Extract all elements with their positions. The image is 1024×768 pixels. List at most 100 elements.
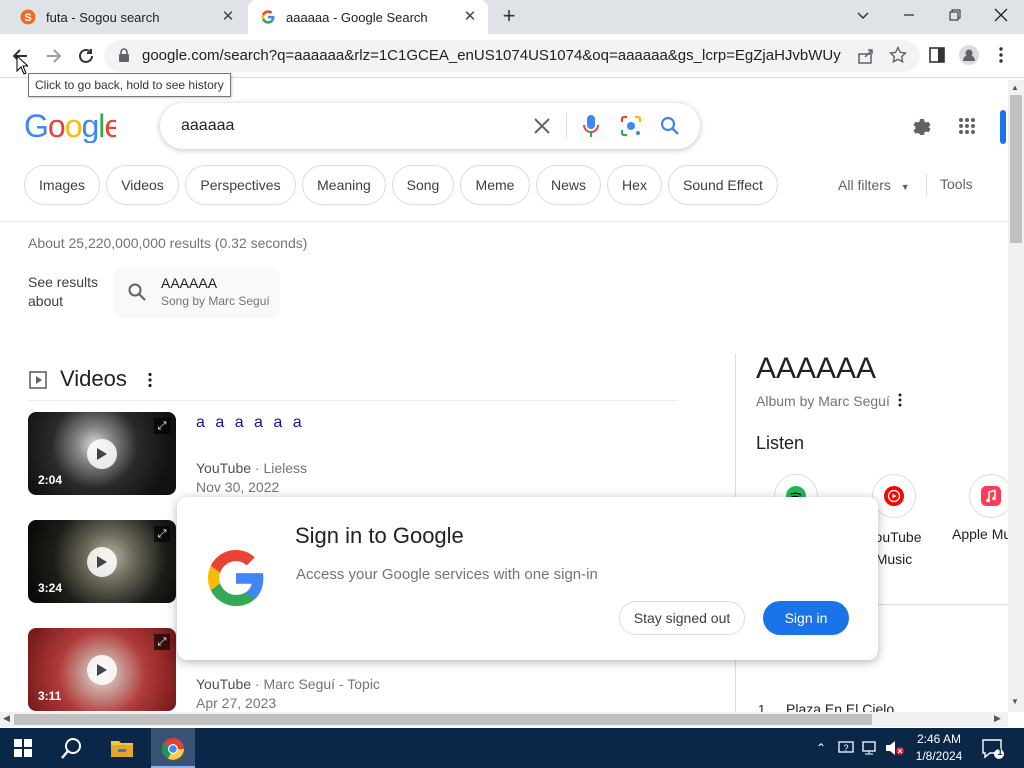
video-duration: 3:24 [38, 581, 63, 595]
svg-text:Google: Google [24, 109, 116, 143]
close-tab-icon[interactable]: ✕ [220, 9, 236, 25]
more-options-icon[interactable] [897, 393, 903, 412]
svg-text:?: ? [843, 743, 848, 753]
chip-news[interactable]: News [536, 165, 601, 205]
chip-perspectives[interactable]: Perspectives [185, 165, 296, 205]
play-icon [87, 439, 117, 469]
scroll-right-arrow-icon[interactable]: ▶ [994, 713, 1001, 724]
header-divider [0, 221, 1008, 222]
all-filters-button[interactable]: All filters ▼ [838, 177, 910, 193]
youtube-music-icon[interactable] [872, 474, 916, 518]
profile-sign-in-edge[interactable] [1000, 110, 1006, 144]
video-date: Nov 30, 2022 [196, 479, 280, 495]
tab-sogou[interactable]: S futa - Sogou search ✕ [8, 0, 246, 34]
videos-heading: Videos [60, 366, 127, 391]
side-panel-icon[interactable] [929, 47, 945, 68]
search-box[interactable] [160, 103, 700, 149]
scroll-down-arrow-icon[interactable]: ▼ [1011, 697, 1019, 706]
search-magnifier-icon[interactable] [660, 116, 680, 141]
network-icon[interactable] [862, 740, 880, 761]
chip-meaning[interactable]: Meaning [302, 165, 386, 205]
lock-icon[interactable] [118, 48, 130, 67]
tools-button[interactable]: Tools [940, 176, 973, 192]
google-favicon-icon [260, 9, 276, 25]
scroll-left-arrow-icon[interactable]: ◀ [3, 713, 10, 724]
apple-music-icon[interactable] [969, 474, 1013, 518]
show-hidden-icons-chevron-icon[interactable]: ⌃ [816, 741, 826, 755]
video-platform: YouTube [196, 460, 252, 476]
all-filters-label: All filters [838, 177, 891, 193]
tab-google-search[interactable]: aaaaaa - Google Search ✕ [248, 0, 488, 34]
sogou-favicon-icon: S [20, 9, 36, 25]
video-duration: 3:11 [38, 689, 62, 703]
chip-meme[interactable]: Meme [460, 165, 530, 205]
chip-sound-effect[interactable]: Sound Effect [668, 165, 778, 205]
horizontal-scroll-thumb[interactable] [14, 714, 872, 725]
share-icon[interactable] [857, 47, 875, 70]
chrome-icon[interactable] [161, 737, 185, 766]
video-thumbnail[interactable]: ⤢ 2:04 [28, 412, 176, 495]
video-platform: YouTube [196, 676, 252, 692]
scroll-up-arrow-icon[interactable]: ▲ [1011, 83, 1019, 92]
browser-menu-icon[interactable] [998, 46, 1004, 69]
dialog-description: Access your Google services with one sig… [296, 566, 598, 583]
tab-search-chevron-icon[interactable] [840, 0, 886, 30]
google-apps-grid-icon[interactable] [958, 117, 976, 140]
about-chip-title: AAAAAA [161, 275, 218, 291]
file-explorer-icon[interactable] [110, 738, 134, 763]
chip-videos[interactable]: Videos [106, 165, 179, 205]
profile-avatar-icon[interactable] [959, 45, 979, 70]
video-duration: 2:04 [38, 473, 63, 487]
settings-gear-icon[interactable] [910, 115, 934, 144]
google-lens-icon[interactable] [620, 115, 642, 142]
chip-images[interactable]: Images [24, 165, 100, 205]
volume-muted-icon[interactable] [885, 740, 905, 761]
notification-count: 1 [997, 747, 1003, 757]
search-icon [128, 283, 146, 306]
more-options-icon[interactable] [147, 372, 153, 393]
video-thumbnail[interactable]: ⤢ 3:24 [28, 520, 176, 603]
new-tab-plus-icon[interactable]: + [498, 5, 520, 28]
listen-heading: Listen [756, 433, 805, 453]
reload-icon[interactable] [74, 44, 98, 68]
video-title-link[interactable]: a a a a a a [196, 414, 305, 432]
result-stats: About 25,220,000,000 results (0.32 secon… [28, 235, 308, 251]
search-input[interactable]: aaaaaa [181, 117, 234, 135]
close-tab-icon[interactable]: ✕ [462, 9, 478, 25]
expand-icon: ⤢ [154, 526, 170, 542]
about-chip-subtitle: Song by Marc Seguí [161, 294, 270, 308]
video-thumbnail[interactable]: ⤢ 3:11 [28, 628, 176, 711]
windows-start-icon[interactable] [14, 739, 32, 762]
google-logo[interactable]: Google [24, 108, 122, 151]
expand-icon: ⤢ [154, 418, 170, 434]
taskbar-clock[interactable]: 2:46 AM 1/8/2024 [904, 731, 974, 765]
search-divider [566, 113, 567, 139]
mouse-cursor-icon [16, 54, 30, 80]
chip-song[interactable]: Song [392, 165, 454, 205]
clear-search-icon[interactable] [533, 117, 551, 140]
url-text[interactable]: google.com/search?q=aaaaaa&rlz=1C1GCEA_e… [142, 47, 842, 64]
network-warning-icon[interactable]: ? [838, 740, 856, 761]
see-results-about-label: See results about [28, 274, 99, 309]
voice-search-mic-icon[interactable] [582, 114, 600, 143]
minimize-icon[interactable] [886, 0, 932, 30]
apple-music-label[interactable]: Apple Mu [952, 526, 1011, 542]
video-channel: Lieless [263, 460, 308, 476]
chip-hex[interactable]: Hex [607, 165, 662, 205]
videos-divider [28, 400, 678, 401]
restore-icon[interactable] [932, 0, 978, 30]
clock-date: 1/8/2024 [915, 749, 963, 763]
vertical-scroll-thumb[interactable] [1010, 95, 1022, 243]
play-icon [87, 655, 117, 685]
dialog-title: Sign in to Google [295, 523, 464, 548]
forward-arrow-icon[interactable] [42, 44, 66, 68]
stay-signed-out-button[interactable]: Stay signed out [619, 601, 745, 635]
sign-in-button[interactable]: Sign in [763, 601, 849, 635]
google-g-logo-icon [204, 546, 268, 615]
bookmark-star-icon[interactable] [888, 45, 908, 69]
close-window-icon[interactable] [978, 0, 1024, 30]
back-button-tooltip: Click to go back, hold to see history [28, 73, 231, 97]
play-icon [87, 547, 117, 577]
knowledge-panel-subtitle: Album by Marc Seguí [756, 393, 890, 409]
taskbar-search-icon[interactable] [61, 737, 83, 764]
